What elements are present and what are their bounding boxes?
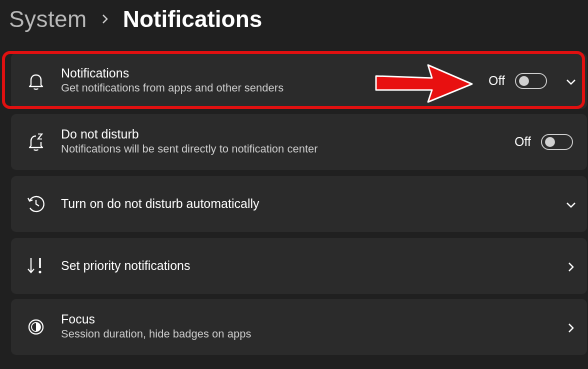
- notifications-subtitle: Get notifications from apps and other se…: [61, 82, 284, 95]
- chevron-down-icon[interactable]: [565, 198, 577, 210]
- dnd-text: Do not disturb Notifications will be sen…: [61, 128, 318, 157]
- focus-title: Focus: [61, 312, 96, 327]
- do-not-disturb-setting[interactable]: Do not disturb Notifications will be sen…: [11, 114, 587, 170]
- focus-setting[interactable]: Focus Session duration, hide badges on a…: [11, 299, 587, 355]
- dnd-toggle-group: Off: [515, 134, 573, 150]
- breadcrumb: System Notifications: [9, 2, 262, 36]
- chevron-down-icon[interactable]: [565, 75, 577, 87]
- priority-title: Set priority notifications: [61, 259, 191, 273]
- notifications-text: Notifications Get notifications from app…: [61, 67, 284, 96]
- bell-icon: [25, 70, 47, 92]
- priority-icon: [25, 255, 47, 277]
- notifications-setting[interactable]: Notifications Get notifications from app…: [11, 53, 587, 109]
- dnd-subtitle: Notifications will be sent directly to n…: [61, 143, 318, 156]
- bell-snooze-icon: [25, 131, 47, 153]
- chevron-right-icon[interactable]: [565, 260, 577, 272]
- page-title: Notifications: [122, 5, 263, 32]
- notifications-toggle[interactable]: [515, 73, 547, 89]
- settings-page: System Notifications Notifications Get n…: [0, 0, 588, 369]
- dnd-title: Do not disturb: [61, 127, 139, 142]
- priority-text: Set priority notifications: [61, 259, 190, 273]
- notifications-toggle-group: Off: [489, 73, 547, 89]
- auto-dnd-text: Turn on do not disturb automatically: [61, 197, 259, 211]
- dnd-toggle[interactable]: [541, 134, 573, 150]
- clock-icon: [25, 193, 47, 215]
- toggle-knob: [519, 76, 529, 86]
- notifications-title: Notifications: [61, 66, 130, 81]
- focus-text: Focus Session duration, hide badges on a…: [61, 313, 251, 342]
- chevron-right-icon[interactable]: [565, 321, 577, 333]
- priority-notifications-setting[interactable]: Set priority notifications: [11, 238, 587, 294]
- notifications-toggle-label: Off: [488, 74, 505, 88]
- auto-dnd-title: Turn on do not disturb automatically: [61, 197, 260, 211]
- focus-icon: [25, 316, 47, 338]
- chevron-right-icon: [99, 13, 111, 25]
- toggle-knob: [545, 137, 555, 147]
- dnd-toggle-label: Off: [514, 135, 531, 149]
- auto-dnd-setting[interactable]: Turn on do not disturb automatically: [11, 176, 587, 232]
- breadcrumb-system[interactable]: System: [9, 6, 87, 33]
- focus-subtitle: Session duration, hide badges on apps: [61, 328, 252, 341]
